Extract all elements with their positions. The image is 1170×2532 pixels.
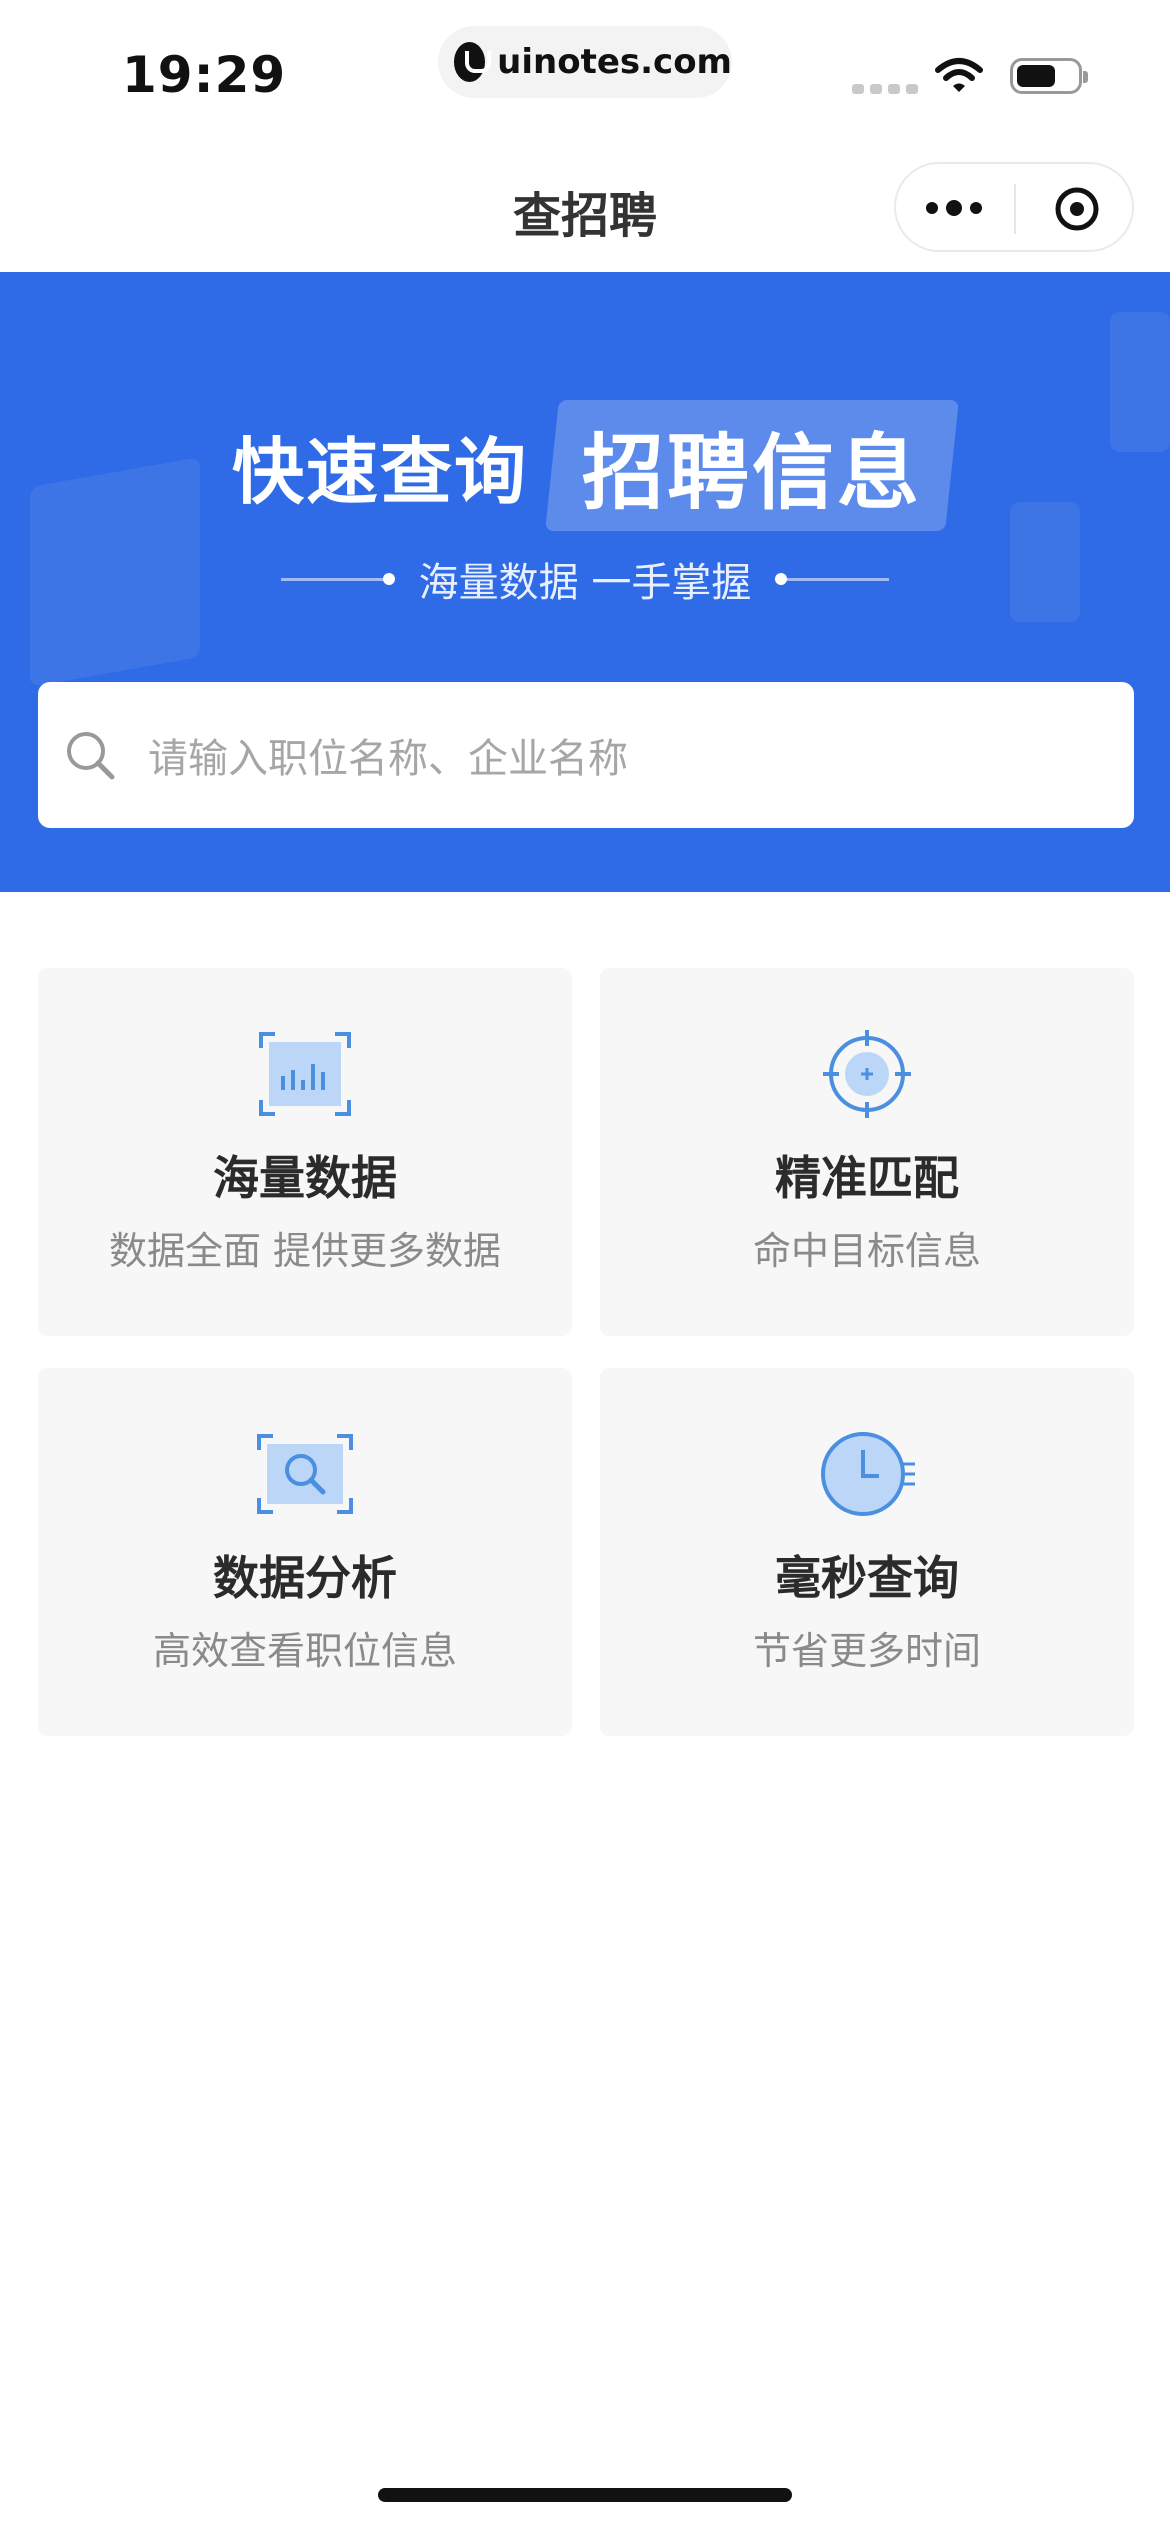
url-text: uinotes.com	[497, 42, 732, 82]
banner-subline: 海量数据 一手掌握	[0, 550, 1170, 608]
magnifier-frame-icon	[257, 1434, 353, 1514]
feature-desc: 节省更多时间	[752, 1629, 981, 1673]
headline-left: 快速查询	[232, 430, 529, 514]
status-bar: 19:29 uinotes.com	[0, 0, 1170, 140]
clock-icon	[821, 1432, 915, 1516]
feature-title: 精准匹配	[775, 1151, 959, 1205]
search-icon	[67, 732, 115, 780]
headline-right: 招聘信息	[582, 426, 923, 521]
feature-card-precise-match[interactable]: 精准匹配 命中目标信息	[600, 968, 1134, 1336]
subline-left-rule	[280, 572, 395, 585]
close-target-icon[interactable]	[1052, 184, 1102, 234]
decor-block-icon	[1110, 312, 1170, 452]
search-input[interactable]: 请输入职位名称、企业名称	[38, 682, 1134, 828]
feature-card-data-analysis[interactable]: 数据分析 高效查看职位信息	[38, 1368, 572, 1736]
headline-highlight: 招聘信息	[545, 400, 959, 531]
feature-title: 海量数据	[213, 1151, 397, 1205]
search-placeholder: 请输入职位名称、企业名称	[148, 736, 628, 782]
wifi-icon	[935, 58, 983, 92]
banner-subtitle: 海量数据 一手掌握	[418, 560, 752, 606]
more-icon[interactable]	[926, 200, 982, 216]
cellular-signal-icon	[852, 84, 918, 94]
feature-desc: 数据全面 提供更多数据	[108, 1229, 502, 1273]
url-pill[interactable]: uinotes.com	[438, 26, 732, 98]
capsule-divider	[1014, 184, 1016, 234]
status-time: 19:29	[122, 46, 287, 104]
battery-icon	[1010, 58, 1088, 94]
site-logo-icon	[454, 42, 492, 82]
feature-desc: 高效查看职位信息	[152, 1629, 457, 1673]
feature-title: 数据分析	[213, 1551, 397, 1605]
hero-banner: 快速查询 招聘信息 海量数据 一手掌握 请输入职位名称、企业名称	[0, 272, 1170, 892]
feature-card-mass-data[interactable]: 海量数据 数据全面 提供更多数据	[38, 968, 572, 1336]
crosshair-icon	[823, 1030, 911, 1118]
banner-headline: 快速查询 招聘信息	[232, 400, 959, 531]
subline-right-rule	[775, 572, 890, 585]
bar-chart-icon	[259, 1032, 351, 1116]
mini-program-capsule	[894, 162, 1134, 252]
feature-card-ms-query[interactable]: 毫秒查询 节省更多时间	[600, 1368, 1134, 1736]
feature-title: 毫秒查询	[775, 1551, 959, 1605]
feature-desc: 命中目标信息	[752, 1229, 981, 1273]
home-indicator[interactable]	[378, 2488, 792, 2502]
